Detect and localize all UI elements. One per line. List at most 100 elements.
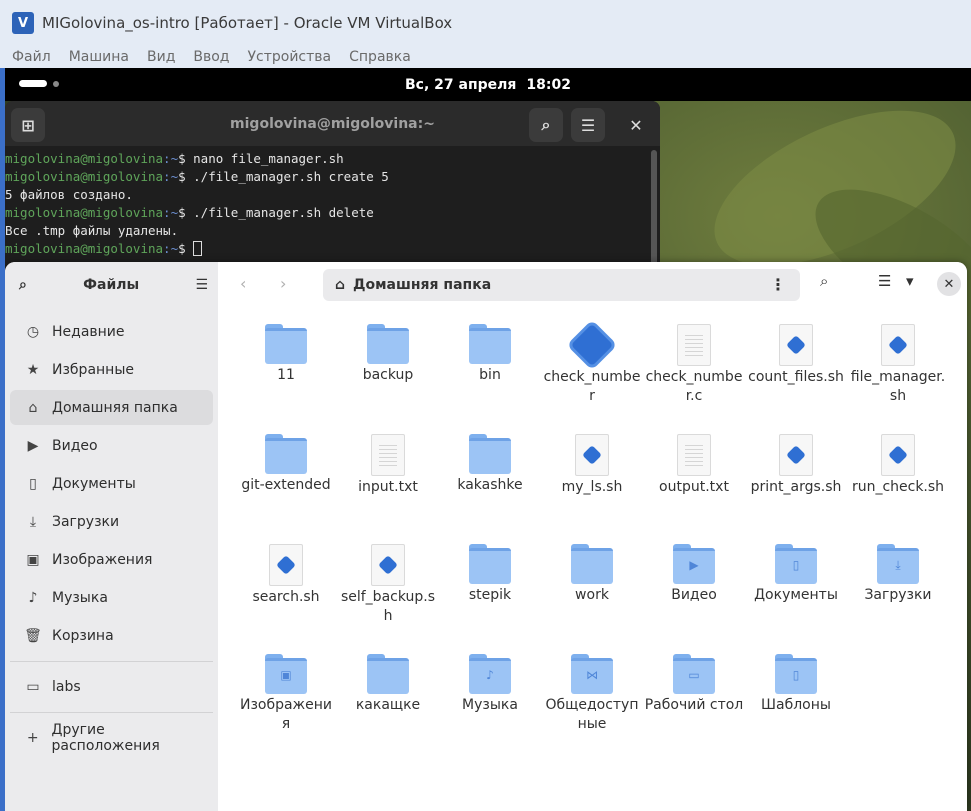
file-item[interactable]: output.txt bbox=[644, 434, 744, 497]
sidebar-item-label: Другие расположения bbox=[51, 721, 160, 754]
video-icon: ▶ bbox=[27, 437, 39, 454]
file-item[interactable]: ▶ Видео bbox=[644, 544, 744, 605]
menu-view[interactable]: Вид bbox=[147, 49, 175, 65]
terminal-headerbar: ⊞ migolovina@migolovina:~ ⌕ ☰ ✕ bbox=[5, 101, 660, 146]
file-item[interactable]: print_args.sh bbox=[746, 434, 846, 497]
sidebar-item-0[interactable]: ◷ Недавние bbox=[10, 314, 213, 349]
file-item[interactable]: ⤓ Загрузки bbox=[848, 544, 948, 605]
activities-indicator[interactable] bbox=[19, 80, 59, 87]
file-item[interactable]: backup bbox=[338, 324, 438, 385]
sidebar-item-4[interactable]: ▯ Документы bbox=[10, 466, 213, 501]
location-bar[interactable]: ⌂ Домашняя папка ⋮ bbox=[323, 269, 800, 301]
sidebar-header: ⌕ Файлы ☰ bbox=[5, 262, 218, 308]
file-item[interactable]: ▯ Шаблоны bbox=[746, 654, 846, 715]
file-item[interactable]: какащке bbox=[338, 654, 438, 715]
executable-icon bbox=[570, 323, 614, 367]
file-item[interactable]: check_number bbox=[542, 323, 642, 406]
file-item[interactable]: run_check.sh bbox=[848, 434, 948, 497]
file-item[interactable]: stepik bbox=[440, 544, 540, 605]
file-name: Музыка bbox=[462, 697, 518, 713]
file-item[interactable]: count_files.sh bbox=[746, 324, 846, 387]
close-icon: ✕ bbox=[943, 276, 955, 292]
file-item[interactable]: ▣ Изображения bbox=[236, 654, 336, 734]
file-item[interactable]: 11 bbox=[236, 324, 336, 385]
menu-machine[interactable]: Машина bbox=[69, 49, 129, 65]
search-icon: ⌕ bbox=[541, 115, 551, 134]
file-name: Документы bbox=[754, 587, 838, 603]
view-options-icon[interactable]: ▾ bbox=[906, 272, 914, 290]
file-item[interactable]: file_manager.sh bbox=[848, 324, 948, 406]
file-item[interactable]: ▭ Рабочий стол bbox=[644, 654, 744, 715]
guest-display: Вс, 27 апреля 18:02 ⊞ migolovina@migolov… bbox=[5, 68, 971, 811]
file-name: output.txt bbox=[659, 479, 729, 495]
file-item[interactable]: bin bbox=[440, 324, 540, 385]
script-icon bbox=[575, 434, 609, 476]
file-item[interactable]: ♪ Музыка bbox=[440, 654, 540, 715]
plus-icon: + bbox=[26, 729, 39, 746]
clock[interactable]: Вс, 27 апреля 18:02 bbox=[405, 77, 571, 93]
file-name: 11 bbox=[277, 367, 295, 383]
folder-icon bbox=[469, 544, 511, 584]
clock-time: 18:02 bbox=[526, 76, 571, 93]
terminal-menu-button[interactable]: ☰ bbox=[571, 108, 605, 142]
file-item[interactable]: check_number.c bbox=[644, 324, 744, 406]
sidebar-item-labs[interactable]: ▭ labs bbox=[10, 669, 213, 704]
files-toolbar: ‹ › ⌂ Домашняя папка ⋮ ⌕ ☰ ▾ ✕ bbox=[218, 262, 967, 308]
file-name: Шаблоны bbox=[761, 697, 831, 713]
window-title: MIGolovina_os-intro [Работает] - Oracle … bbox=[42, 14, 453, 32]
folder-icon bbox=[469, 324, 511, 364]
file-item[interactable]: kakashke bbox=[440, 434, 540, 495]
file-name: git-extended bbox=[241, 477, 331, 493]
file-item[interactable]: git-extended bbox=[236, 434, 336, 495]
forward-arrow-icon[interactable]: › bbox=[280, 274, 286, 293]
file-item[interactable]: ⋈ Общедоступные bbox=[542, 654, 642, 734]
sidebar-item-1[interactable]: ★ Избранные bbox=[10, 352, 213, 387]
file-item[interactable]: input.txt bbox=[338, 434, 438, 497]
location-menu-icon[interactable]: ⋮ bbox=[770, 275, 786, 294]
sidebar-item-label: Музыка bbox=[52, 589, 108, 606]
file-item[interactable]: ▯ Документы bbox=[746, 544, 846, 605]
document-icon: ▯ bbox=[29, 475, 37, 492]
menu-devices[interactable]: Устройства bbox=[248, 49, 332, 65]
menu-help[interactable]: Справка bbox=[349, 49, 411, 65]
file-name: run_check.sh bbox=[851, 479, 945, 495]
main-menu-icon[interactable]: ☰ bbox=[195, 277, 208, 293]
file-item[interactable]: work bbox=[542, 544, 642, 605]
file-item[interactable]: my_ls.sh bbox=[542, 434, 642, 497]
sidebar-title: Файлы bbox=[83, 277, 140, 293]
script-icon bbox=[779, 434, 813, 476]
files-main: ‹ › ⌂ Домашняя папка ⋮ ⌕ ☰ ▾ ✕ 11 backup b… bbox=[218, 262, 967, 811]
screen: V MIGolovina_os-intro [Работает] - Oracl… bbox=[0, 0, 971, 811]
sidebar-item-3[interactable]: ▶ Видео bbox=[10, 428, 213, 463]
back-arrow-icon[interactable]: ‹ bbox=[240, 274, 246, 293]
close-button[interactable]: ✕ bbox=[937, 272, 961, 296]
sidebar-search-icon[interactable]: ⌕ bbox=[19, 277, 27, 293]
sidebar-separator bbox=[10, 661, 213, 662]
file-item[interactable]: self_backup.sh bbox=[338, 544, 438, 626]
sidebar-item-2[interactable]: ⌂ Домашняя папка bbox=[10, 390, 213, 425]
sidebar-item-5[interactable]: ⤓ Загрузки bbox=[10, 504, 213, 539]
script-icon bbox=[881, 324, 915, 366]
sidebar-item-7[interactable]: ♪ Музыка bbox=[10, 580, 213, 615]
folder-icon bbox=[571, 544, 613, 584]
terminal-search-button[interactable]: ⌕ bbox=[529, 108, 563, 142]
sidebar-item-label: Видео bbox=[52, 437, 98, 454]
sidebar-item-6[interactable]: ▣ Изображения bbox=[10, 542, 213, 577]
file-item[interactable]: search.sh bbox=[236, 544, 336, 607]
home-icon: ⌂ bbox=[28, 399, 38, 416]
sidebar-item-8[interactable]: 🗑 Корзина bbox=[10, 618, 213, 653]
list-view-icon[interactable]: ☰ bbox=[878, 272, 891, 290]
terminal-line: migolovina@migolovina:~$ ./file_manager.… bbox=[5, 169, 389, 184]
sidebar-item-label: Загрузки bbox=[52, 513, 120, 530]
home-icon: ⌂ bbox=[335, 277, 346, 293]
menu-file[interactable]: Файл bbox=[12, 49, 51, 65]
folder-icon bbox=[367, 324, 409, 364]
new-tab-button[interactable]: ⊞ bbox=[11, 108, 45, 142]
file-name: Видео bbox=[671, 587, 717, 603]
terminal-output[interactable]: migolovina@migolovina:~$ nano file_manag… bbox=[5, 146, 660, 258]
sidebar-item-label: Домашняя папка bbox=[52, 399, 178, 416]
terminal-close-button[interactable]: ✕ bbox=[619, 108, 653, 142]
menu-input[interactable]: Ввод bbox=[193, 49, 229, 65]
sidebar-item-other-locations[interactable]: + Другие расположения bbox=[10, 720, 213, 755]
folder-search-icon[interactable]: ⌕ bbox=[820, 272, 828, 290]
